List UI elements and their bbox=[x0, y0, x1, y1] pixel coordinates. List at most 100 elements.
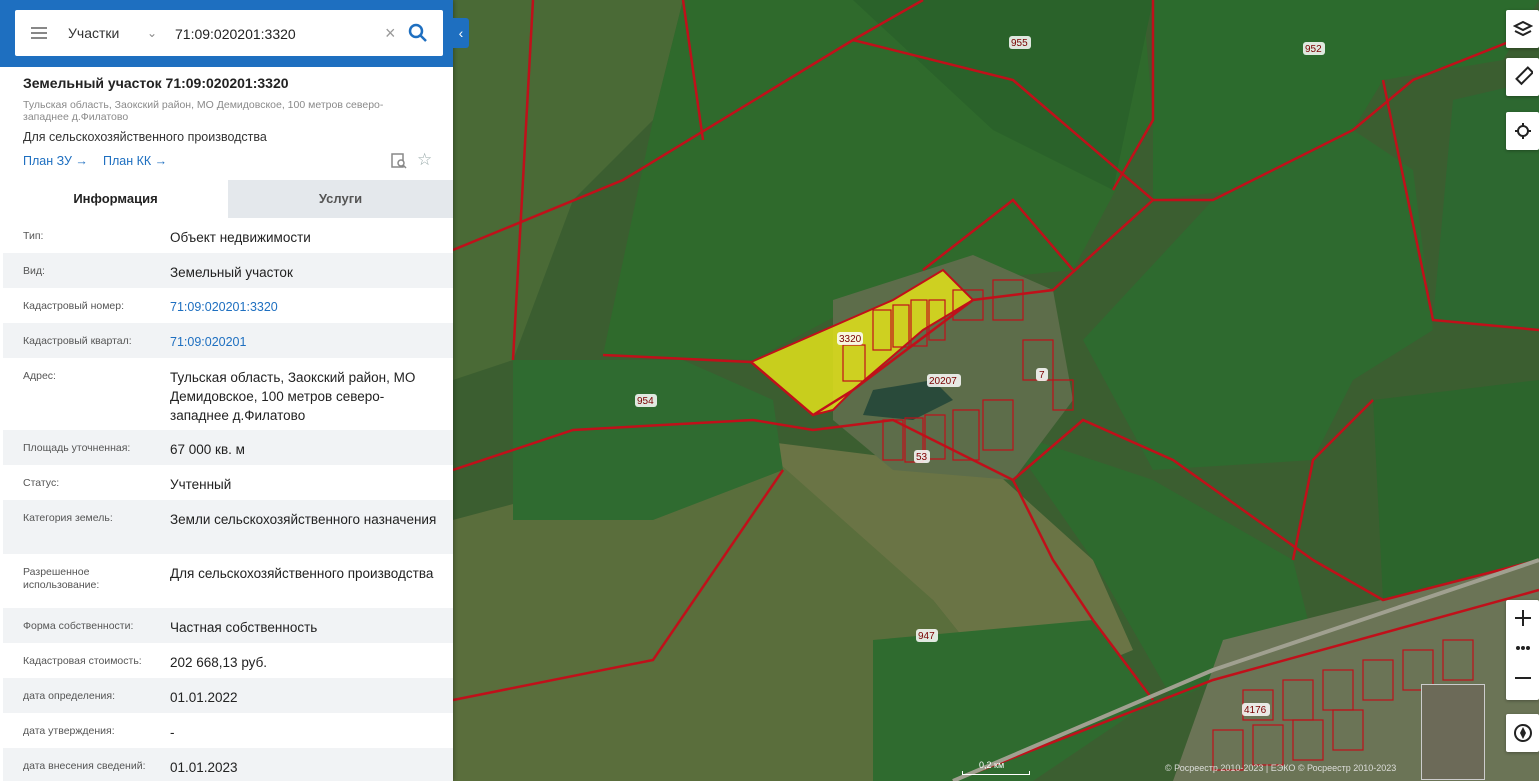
info-row-valuation-date: дата определения: 01.01.2022 bbox=[3, 678, 453, 713]
row-label: дата утверждения: bbox=[23, 725, 115, 737]
cadastral-number-link[interactable]: 71:09:020201:3320 bbox=[170, 298, 438, 317]
crosshair-icon bbox=[1514, 123, 1531, 139]
row-value: 01.01.2023 bbox=[170, 760, 238, 775]
info-row-approval-date: дата утверждения: - bbox=[3, 713, 453, 748]
document-search-icon[interactable] bbox=[391, 153, 407, 169]
zoom-out-button[interactable] bbox=[1506, 664, 1539, 700]
svg-text:20207: 20207 bbox=[929, 376, 957, 387]
more-icon bbox=[1515, 646, 1530, 650]
svg-text:3320: 3320 bbox=[839, 334, 862, 345]
layers-button[interactable] bbox=[1506, 10, 1539, 48]
label-4176: 4176 bbox=[1242, 703, 1270, 716]
row-label: Адрес: bbox=[23, 370, 56, 382]
info-panel: Участки ⌄ × Земельный участок 71:09:0202… bbox=[0, 0, 453, 781]
close-icon[interactable]: × bbox=[385, 10, 396, 56]
svg-text:7: 7 bbox=[1039, 370, 1045, 381]
info-row-kind: Вид: Земельный участок bbox=[3, 253, 453, 288]
search-icon[interactable] bbox=[407, 22, 429, 44]
row-value: Учтенный bbox=[170, 477, 232, 492]
map-canvas[interactable]: 955 952 3320 20207 954 947 4176 7 53 bbox=[453, 0, 1539, 781]
search-bar: Участки ⌄ × bbox=[0, 0, 453, 67]
row-label: дата внесения сведений: bbox=[23, 760, 146, 772]
info-row-permitted-use: Разрешенное использование: Для сельскохо… bbox=[3, 554, 453, 608]
plus-icon bbox=[1514, 610, 1531, 626]
svg-text:947: 947 bbox=[918, 631, 935, 642]
layer-select[interactable]: Участки bbox=[68, 10, 178, 56]
info-row-entry-date: дата внесения сведений: 01.01.2023 bbox=[3, 748, 453, 781]
cadastral-quarter-link[interactable]: 71:09:020201 bbox=[170, 333, 438, 352]
label-20207: 20207 bbox=[927, 374, 961, 387]
locate-button[interactable] bbox=[1506, 112, 1539, 150]
row-value: Тульская область, Заокский район, МО Дем… bbox=[170, 370, 416, 423]
object-use: Для сельскохозяйственного производства bbox=[23, 130, 267, 144]
minus-icon bbox=[1514, 677, 1531, 679]
collapse-panel-button[interactable]: ‹ bbox=[453, 18, 469, 48]
row-value: Земли сельскохозяйственного назначения bbox=[170, 512, 437, 527]
row-label: Вид: bbox=[23, 265, 45, 277]
star-icon[interactable]: ☆ bbox=[417, 151, 432, 169]
row-label: Разрешенное использование: bbox=[23, 566, 100, 591]
row-label: Форма собственности: bbox=[23, 620, 134, 632]
row-value: Земельный участок bbox=[170, 265, 293, 280]
ruler-button[interactable] bbox=[1506, 58, 1539, 96]
row-value: 202 668,13 руб. bbox=[170, 655, 268, 670]
map-view[interactable]: 955 952 3320 20207 954 947 4176 7 53 bbox=[453, 0, 1539, 781]
info-row-type: Тип: Объект недвижимости bbox=[3, 218, 453, 253]
label-952: 952 bbox=[1303, 42, 1325, 55]
info-row-cadastral-value: Кадастровая стоимость: 202 668,13 руб. bbox=[3, 643, 453, 678]
svg-text:952: 952 bbox=[1305, 44, 1322, 55]
scale-bar bbox=[962, 771, 1030, 775]
menu-icon[interactable] bbox=[29, 23, 49, 43]
info-row-ownership: Форма собственности: Частная собственнос… bbox=[3, 608, 453, 643]
row-value: Объект недвижимости bbox=[170, 230, 311, 245]
info-row-cadastral-quarter: Кадастровый квартал: 71:09:020201 bbox=[3, 323, 453, 358]
info-row-cadastral-number: Кадастровый номер: 71:09:020201:3320 bbox=[3, 288, 453, 323]
object-address: Тульская область, Заокский район, МО Дем… bbox=[23, 99, 384, 123]
tab-information[interactable]: Информация bbox=[3, 180, 228, 218]
compass-button[interactable] bbox=[1506, 714, 1539, 752]
plan-zu-link[interactable]: План ЗУ → bbox=[23, 154, 88, 168]
info-row-address: Адрес: Тульская область, Заокский район,… bbox=[3, 358, 453, 430]
more-button[interactable] bbox=[1506, 636, 1539, 664]
row-value: 67 000 кв. м bbox=[170, 442, 245, 457]
overview-minimap[interactable] bbox=[1421, 684, 1485, 780]
map-attribution: © Росреестр 2010-2023 | ЕЭКО © Росреестр… bbox=[1165, 763, 1397, 773]
svg-text:53: 53 bbox=[916, 452, 928, 463]
label-955: 955 bbox=[1009, 36, 1031, 49]
row-value: Для сельскохозяйственного производства bbox=[170, 566, 434, 581]
svg-text:4176: 4176 bbox=[1244, 705, 1267, 716]
scale-label: 0,2 км bbox=[979, 760, 1005, 770]
layers-icon bbox=[1512, 20, 1533, 37]
svg-text:954: 954 bbox=[637, 396, 654, 407]
row-label: Категория земель: bbox=[23, 512, 113, 524]
row-label: Площадь уточненная: bbox=[23, 442, 131, 454]
info-row-status: Статус: Учтенный bbox=[3, 465, 453, 500]
zoom-controls bbox=[1506, 600, 1539, 700]
compass-icon bbox=[1513, 724, 1532, 742]
label-53: 53 bbox=[914, 450, 930, 463]
tabs: Информация Услуги bbox=[3, 180, 453, 218]
plan-kk-link[interactable]: План КК → bbox=[103, 154, 167, 168]
row-value: 01.01.2022 bbox=[170, 690, 238, 705]
row-value: - bbox=[170, 725, 175, 740]
row-label: Кадастровая стоимость: bbox=[23, 655, 142, 667]
row-label: Статус: bbox=[23, 477, 60, 489]
label-3320: 3320 bbox=[837, 332, 863, 345]
search-box: Участки ⌄ × bbox=[15, 10, 443, 56]
zoom-in-button[interactable] bbox=[1506, 600, 1539, 636]
info-row-area: Площадь уточненная: 67 000 кв. м bbox=[3, 430, 453, 465]
row-label: Тип: bbox=[23, 230, 44, 242]
svg-text:955: 955 bbox=[1011, 38, 1028, 49]
object-title: Земельный участок 71:09:020201:3320 bbox=[23, 75, 289, 91]
chevron-down-icon[interactable]: ⌄ bbox=[147, 10, 157, 56]
label-954: 954 bbox=[635, 394, 657, 407]
row-label: дата определения: bbox=[23, 690, 116, 702]
label-7: 7 bbox=[1036, 368, 1048, 381]
tab-services[interactable]: Услуги bbox=[228, 180, 453, 218]
search-input[interactable] bbox=[173, 18, 382, 50]
label-947: 947 bbox=[916, 629, 938, 642]
ruler-icon bbox=[1514, 66, 1533, 86]
row-label: Кадастровый номер: bbox=[23, 300, 125, 312]
info-row-land-category: Категория земель: Земли сельскохозяйстве… bbox=[3, 500, 453, 554]
row-label: Кадастровый квартал: bbox=[23, 335, 132, 347]
